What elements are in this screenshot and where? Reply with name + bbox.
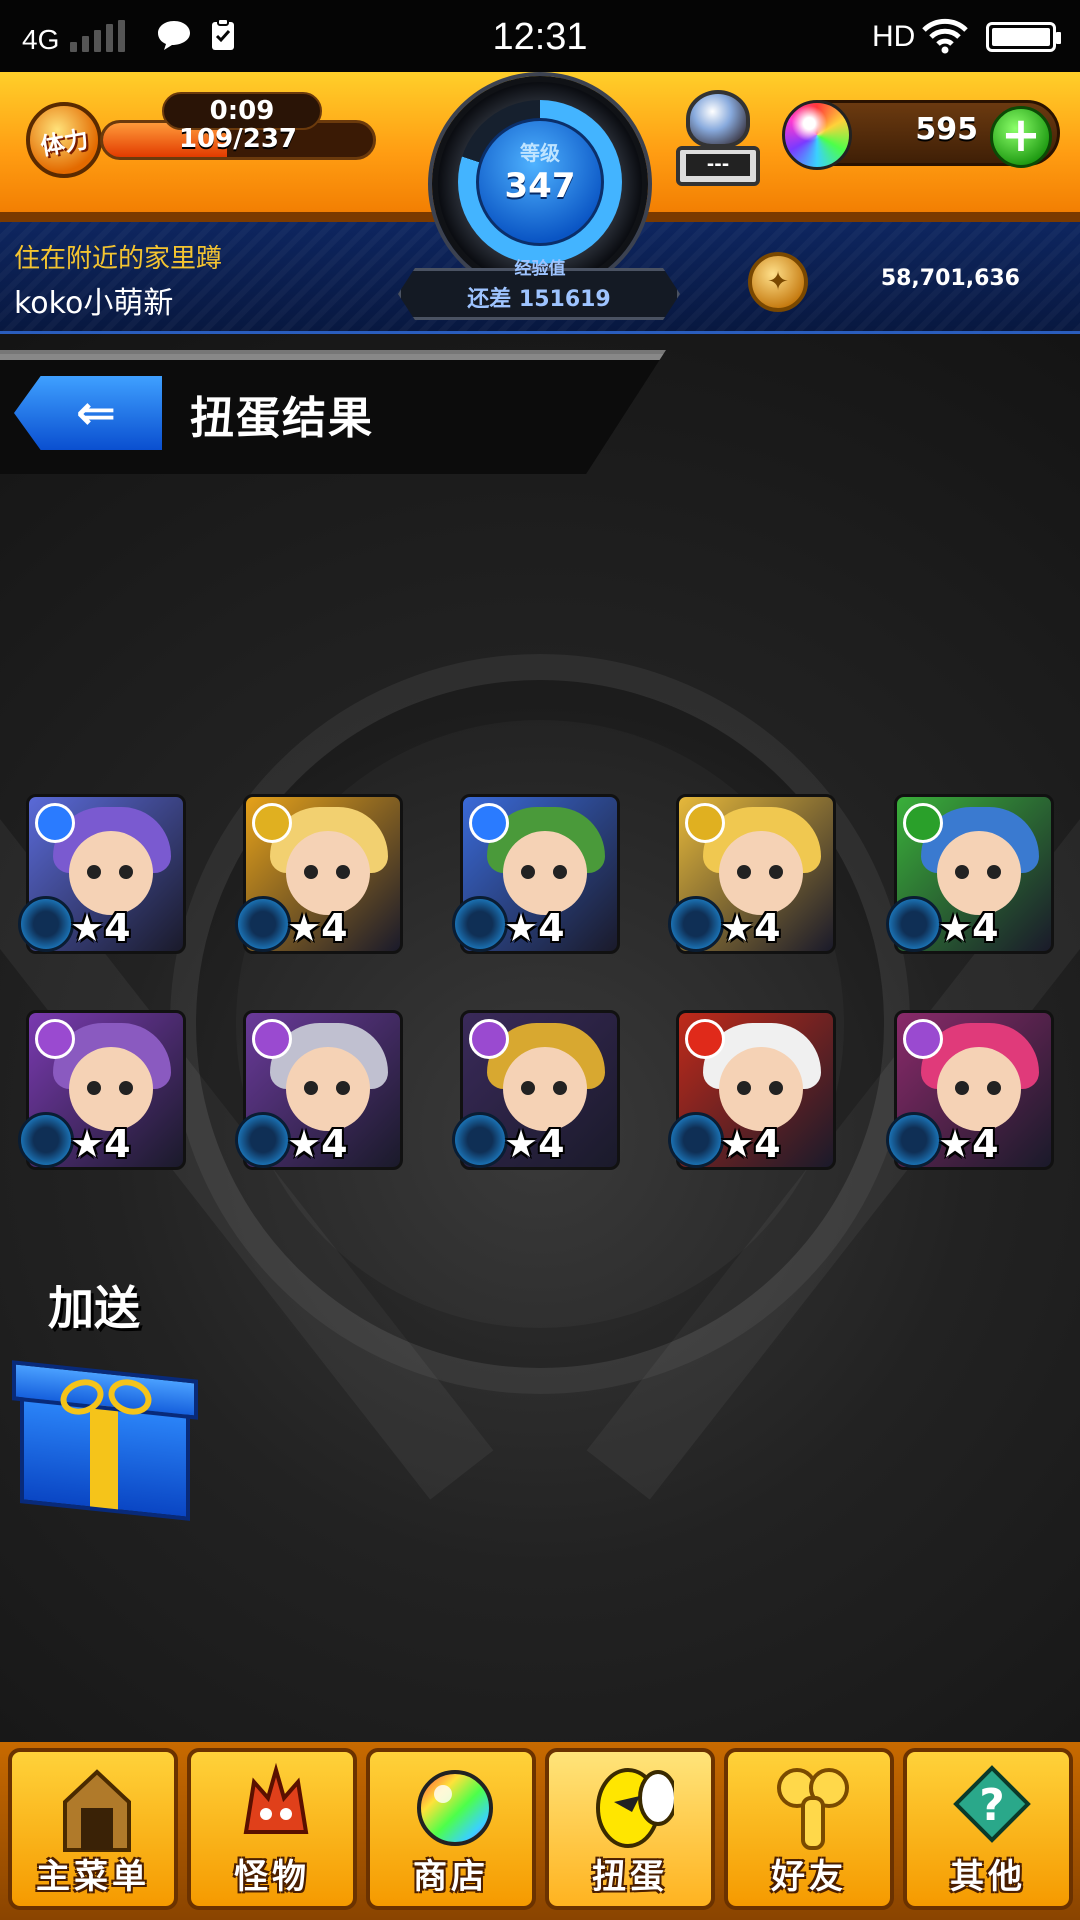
clock: 12:31 — [492, 16, 588, 58]
monster-card[interactable]: ★4 — [452, 1010, 620, 1170]
nav-tab-1[interactable]: 怪物 — [187, 1748, 357, 1910]
question-icon: ? — [952, 1762, 1032, 1852]
nav-tab-label: 好友 — [771, 1857, 847, 1897]
back-arrow-icon: ⇐ — [75, 385, 117, 441]
monster-card[interactable]: ★4 — [668, 794, 836, 954]
type-icon — [886, 896, 942, 952]
type-icon — [18, 1112, 74, 1168]
exp-remaining: 还差 151619 — [467, 287, 611, 312]
type-icon — [886, 1112, 942, 1168]
dark-element-icon — [903, 1019, 943, 1059]
monster-card[interactable]: ★4 — [235, 1010, 403, 1170]
type-icon — [668, 1112, 724, 1168]
type-icon — [668, 896, 724, 952]
gold-coin-icon: ✦ — [748, 252, 808, 312]
back-button[interactable]: ⇐ — [14, 376, 162, 450]
rarity-label: ★4 — [938, 906, 999, 950]
type-icon — [452, 1112, 508, 1168]
stamina-badge[interactable]: 体力 — [26, 102, 102, 178]
light-element-icon — [252, 803, 292, 843]
gacha-egg-icon — [594, 1762, 678, 1852]
level-badge[interactable]: 等级 347 — [476, 118, 604, 246]
rarity-label: ★4 — [70, 1122, 131, 1166]
fire-element-icon — [685, 1019, 725, 1059]
level-value: 347 — [504, 166, 576, 206]
water-element-icon — [469, 803, 509, 843]
monster-card[interactable]: ★4 — [886, 794, 1054, 954]
svg-text:?: ? — [979, 1780, 1005, 1831]
nav-tab-4[interactable]: 好友 — [724, 1748, 894, 1910]
friends-icon — [773, 1762, 853, 1852]
monster-card[interactable]: ★4 — [886, 1010, 1054, 1170]
page-title: 扭蛋结果 — [190, 393, 374, 444]
dark-element-icon — [35, 1019, 75, 1059]
nav-tab-label: 主菜单 — [36, 1857, 150, 1897]
gold-value: 58,701,636 — [880, 266, 1020, 291]
monster-card[interactable]: ★4 — [452, 794, 620, 954]
rarity-label: ★4 — [287, 906, 348, 950]
status-bar: 4G 12:31 HD — [0, 0, 1080, 72]
nav-tab-label: 其他 — [950, 1857, 1026, 1897]
home-gate-icon — [57, 1762, 137, 1852]
nav-tab-0[interactable]: 主菜单 — [8, 1748, 178, 1910]
rarity-label: ★4 — [70, 906, 131, 950]
nav-tab-label: 扭蛋 — [592, 1857, 668, 1897]
type-icon — [235, 1112, 291, 1168]
bonus-label: 加送 — [48, 1281, 140, 1335]
wood-element-icon — [903, 803, 943, 843]
battery-icon — [986, 22, 1061, 52]
type-icon — [18, 896, 74, 952]
rarity-label: ★4 — [938, 1122, 999, 1166]
monster-card[interactable]: ★4 — [235, 794, 403, 954]
type-icon — [235, 896, 291, 952]
nav-tab-3[interactable]: 扭蛋 — [545, 1748, 715, 1910]
monster-card[interactable]: ★4 — [668, 1010, 836, 1170]
player-name: koko小萌新 — [14, 286, 174, 321]
nav-tab-5[interactable]: ? 其他 — [903, 1748, 1073, 1910]
orb-shop-icon — [415, 1762, 495, 1852]
rarity-label: ★4 — [720, 1122, 781, 1166]
rarity-label: ★4 — [504, 906, 565, 950]
rarity-label: ★4 — [287, 1122, 348, 1166]
dark-element-icon — [469, 1019, 509, 1059]
stamina-value: 109/237 — [178, 124, 298, 154]
monster-card[interactable]: ★4 — [18, 794, 186, 954]
orb-machine-display: --- — [686, 154, 750, 176]
player-title: 住在附近的家里蹲 — [14, 244, 223, 274]
level-label: 等级 — [520, 141, 560, 165]
stamina-badge-label: 体力 — [38, 124, 91, 161]
orb-count: 595 — [915, 112, 978, 147]
wifi-icon — [922, 18, 968, 54]
nav-tab-label: 怪物 — [234, 1857, 310, 1897]
light-element-icon — [685, 803, 725, 843]
water-element-icon — [35, 803, 75, 843]
dark-element-icon — [252, 1019, 292, 1059]
monster-icon — [236, 1762, 316, 1852]
rarity-label: ★4 — [720, 906, 781, 950]
monster-card[interactable]: ★4 — [18, 1010, 186, 1170]
add-orbs-button[interactable]: + — [990, 106, 1052, 168]
type-icon — [452, 896, 508, 952]
hd-indicator: HD — [872, 20, 916, 53]
rainbow-orb-icon — [782, 100, 852, 170]
exp-label: 经验值 — [514, 259, 566, 279]
orb-machine-icon[interactable]: --- — [676, 90, 760, 186]
nav-tab-label: 商店 — [413, 1857, 489, 1897]
rarity-label: ★4 — [504, 1122, 565, 1166]
nav-tab-2[interactable]: 商店 — [366, 1748, 536, 1910]
